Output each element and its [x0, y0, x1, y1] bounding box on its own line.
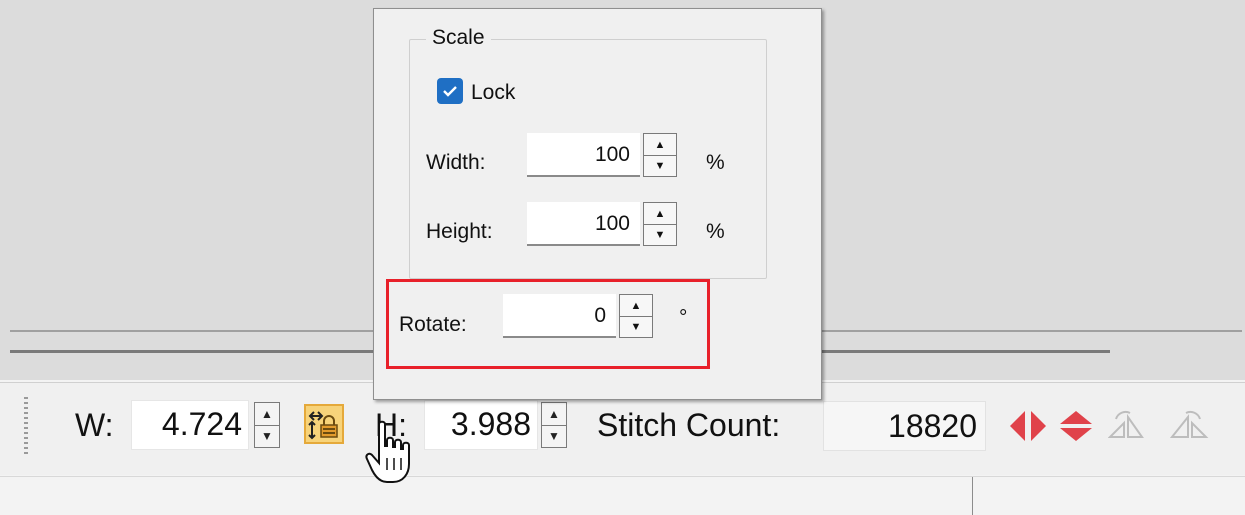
mirror-vertical-icon[interactable] — [1057, 409, 1095, 443]
lock-checkbox[interactable] — [437, 78, 463, 104]
width-unit: % — [706, 151, 725, 174]
rotate-unit: ° — [679, 306, 688, 329]
rotate-input[interactable]: 0 — [503, 294, 616, 338]
scale-group: Scale Lock Width: 100 ▲ ▼ % Height: 100 … — [409, 26, 767, 279]
lock-aspect-button[interactable] — [304, 404, 344, 444]
spin-down-icon[interactable]: ▼ — [644, 224, 676, 245]
spin-down-icon[interactable]: ▼ — [542, 425, 566, 447]
spin-up-icon[interactable]: ▲ — [644, 203, 676, 225]
height-spinner[interactable]: ▲ ▼ — [541, 402, 567, 448]
height-percent-spinner[interactable]: ▲ ▼ — [643, 202, 677, 246]
mirror-horizontal-icon[interactable] — [1008, 409, 1048, 443]
rotate-left-icon[interactable] — [1108, 409, 1148, 443]
width-label: W: — [75, 407, 114, 443]
width-spinner[interactable]: ▲ ▼ — [254, 402, 280, 448]
checkmark-icon — [443, 86, 457, 97]
stitch-count-value: 18820 — [823, 401, 986, 451]
spin-down-icon[interactable]: ▼ — [255, 425, 279, 447]
scale-group-title: Scale — [426, 26, 491, 50]
rotate-label: Rotate: — [399, 313, 467, 336]
toolbar-grip[interactable] — [24, 397, 28, 457]
spin-up-icon[interactable]: ▲ — [542, 403, 566, 426]
stitch-count-label: Stitch Count: — [597, 407, 781, 443]
width-percent-spinner[interactable]: ▲ ▼ — [643, 133, 677, 177]
spin-down-icon[interactable]: ▼ — [644, 155, 676, 176]
height-input[interactable]: 3.988 — [424, 400, 538, 450]
spin-up-icon[interactable]: ▲ — [255, 403, 279, 426]
rotate-right-icon[interactable] — [1170, 409, 1210, 443]
status-divider — [972, 477, 973, 515]
height-percent-label: Height: — [426, 220, 493, 243]
rotate-spinner[interactable]: ▲ ▼ — [619, 294, 653, 338]
transform-popup: Scale Lock Width: 100 ▲ ▼ % Height: 100 … — [373, 8, 822, 400]
hand-cursor-icon — [365, 420, 410, 483]
height-percent-input[interactable]: 100 — [527, 202, 640, 246]
spin-up-icon[interactable]: ▲ — [644, 134, 676, 156]
status-bar — [0, 476, 1245, 515]
spin-down-icon[interactable]: ▼ — [620, 316, 652, 337]
lock-aspect-icon — [308, 411, 338, 440]
width-input[interactable]: 4.724 — [131, 400, 249, 450]
spin-up-icon[interactable]: ▲ — [620, 295, 652, 317]
width-percent-label: Width: — [426, 151, 486, 174]
width-percent-input[interactable]: 100 — [527, 133, 640, 177]
height-unit: % — [706, 220, 725, 243]
lock-label: Lock — [471, 81, 516, 104]
